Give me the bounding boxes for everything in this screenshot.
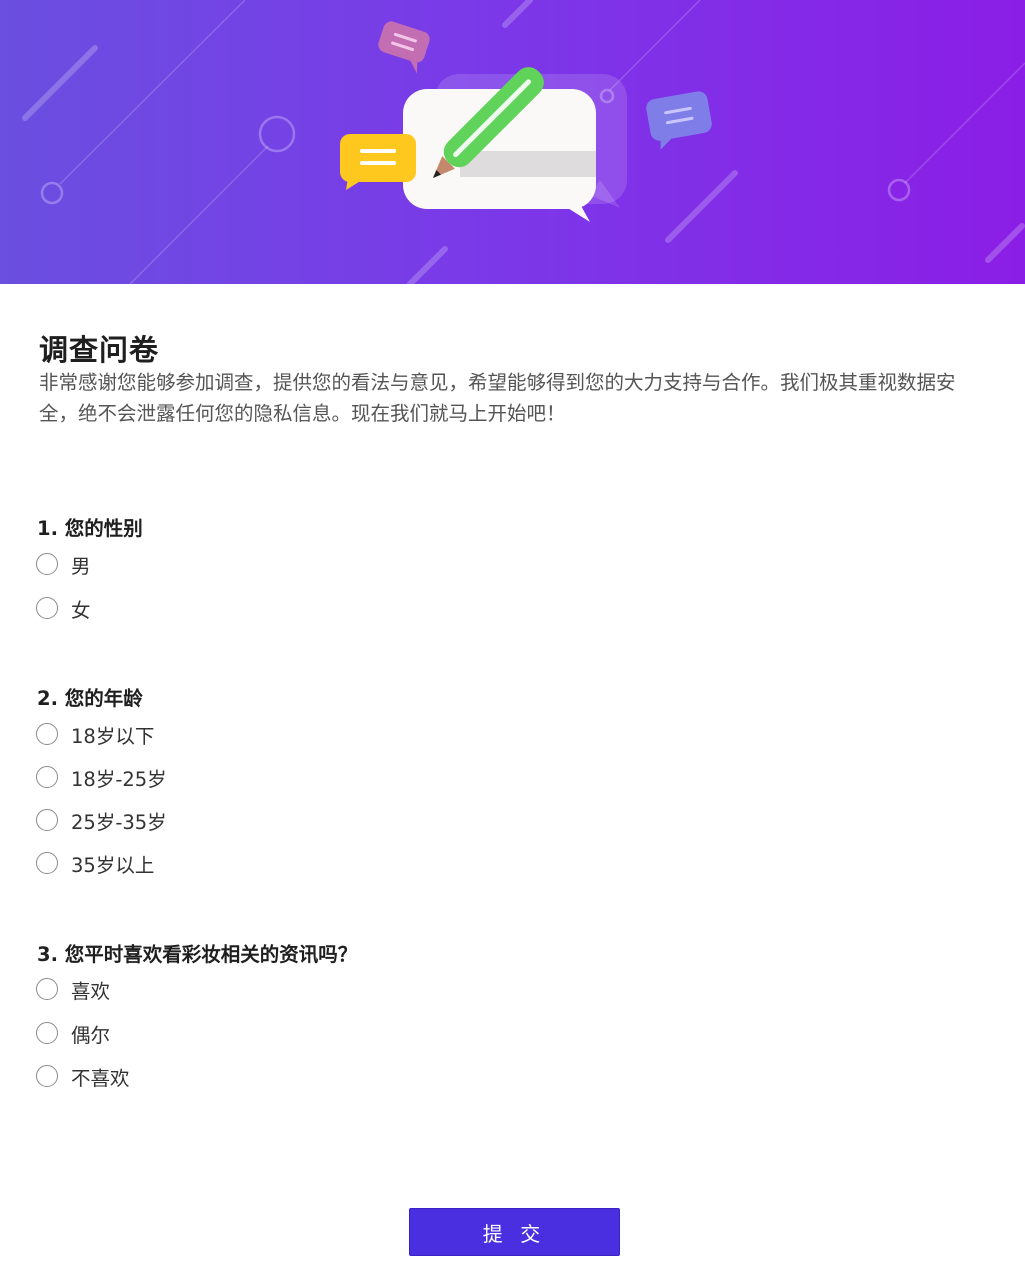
- radio-button[interactable]: [36, 597, 58, 619]
- radio-button[interactable]: [36, 1065, 58, 1087]
- option-label: 18岁以下: [71, 724, 155, 748]
- option-label: 18岁-25岁: [71, 767, 167, 791]
- option-label: 喜欢: [71, 979, 111, 1003]
- banner-illustration: [22, 0, 1025, 284]
- option-age-under-18[interactable]: 18岁以下: [36, 720, 154, 748]
- radio-button[interactable]: [36, 978, 58, 1000]
- radio-button[interactable]: [36, 809, 58, 831]
- option-dislike[interactable]: 不喜欢: [36, 1062, 130, 1090]
- option-age-over-35[interactable]: 35岁以上: [36, 849, 154, 877]
- question-makeup-interest: 3. 您平时喜欢看彩妆相关的资讯吗？: [37, 943, 358, 966]
- option-male[interactable]: 男: [36, 550, 91, 578]
- option-female[interactable]: 女: [36, 594, 91, 622]
- option-like[interactable]: 喜欢: [36, 975, 110, 1003]
- question-age: 2. 您的年龄: [37, 687, 143, 710]
- question-gender: 1. 您的性别: [37, 517, 143, 540]
- radio-button[interactable]: [36, 553, 58, 575]
- radio-button[interactable]: [36, 723, 58, 745]
- option-label: 偶尔: [71, 1023, 111, 1047]
- option-age-18-25[interactable]: 18岁-25岁: [36, 763, 167, 791]
- option-age-25-35[interactable]: 25岁-35岁: [36, 806, 167, 834]
- option-label: 女: [71, 598, 91, 622]
- option-label: 男: [71, 554, 91, 578]
- survey-title: 调查问卷: [39, 333, 160, 367]
- radio-button[interactable]: [36, 766, 58, 788]
- radio-button[interactable]: [36, 852, 58, 874]
- option-label: 25岁-35岁: [71, 810, 167, 834]
- submit-button[interactable]: 提 交: [409, 1208, 620, 1256]
- option-label: 35岁以上: [71, 853, 155, 877]
- header-banner: [0, 0, 1025, 284]
- option-sometimes[interactable]: 偶尔: [36, 1019, 110, 1047]
- radio-button[interactable]: [36, 1022, 58, 1044]
- survey-intro: 非常感谢您能够参加调查，提供您的看法与意见，希望能够得到您的大力支持与合作。我们…: [39, 371, 956, 425]
- option-label: 不喜欢: [71, 1066, 130, 1090]
